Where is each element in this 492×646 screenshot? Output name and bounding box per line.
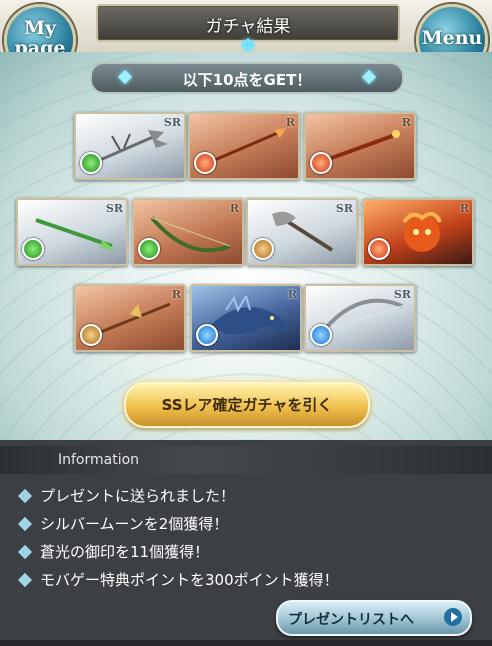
diamond-bullet-icon [17, 544, 33, 560]
information-header: Information [0, 446, 492, 474]
get-banner: 以下10点をGET！ [90, 62, 404, 94]
item-card-6[interactable]: SR [246, 198, 358, 266]
present-list-label: プレゼントリストへ [288, 612, 414, 628]
rarity-label: R [229, 202, 239, 215]
rarity-label: SR [105, 202, 123, 215]
info-text: モバゲー特典ポイントを300ポイント獲得！ [40, 571, 339, 589]
mypage-label-line1: My [23, 17, 57, 39]
fire-element-icon [368, 238, 390, 260]
bow-icon [150, 216, 231, 253]
rarity-label: SR [335, 202, 353, 215]
item-card-4[interactable]: SR [16, 198, 128, 266]
list-item: プレゼントに送られました！ [17, 482, 339, 510]
halberd-icon [95, 302, 171, 336]
earth-element-icon [80, 324, 102, 346]
rarity-label: R [459, 202, 469, 215]
menu-label: Menu [421, 27, 483, 49]
gacha-result-screen: ガチャ結果 My page Menu 以下10点をGET！ SR R R SR … [0, 0, 492, 646]
earth-element-icon [252, 238, 274, 260]
wind-element-icon [80, 152, 102, 174]
wind-element-icon [22, 238, 44, 260]
item-card-7[interactable]: R [362, 198, 474, 266]
diamond-bullet-icon [17, 516, 33, 532]
item-card-8[interactable]: R [74, 284, 186, 352]
water-element-icon [310, 324, 332, 346]
play-arrow-icon [444, 608, 462, 626]
lance-icon [35, 218, 116, 250]
information-list: プレゼントに送られました！ シルバームーンを2個獲得！ 蒼光の御印を11個獲得！… [17, 482, 339, 594]
get-banner-text: 以下10点をGET！ [182, 71, 312, 89]
item-card-5[interactable]: R [132, 198, 244, 266]
water-element-icon [196, 324, 218, 346]
rarity-label: R [285, 116, 295, 129]
present-list-button[interactable]: プレゼントリストへ [276, 600, 472, 636]
dragon-summon-icon [210, 296, 288, 335]
diamond-bullet-icon [17, 572, 33, 588]
item-card-2[interactable]: R [188, 112, 300, 180]
page-title: ガチャ結果 [205, 17, 291, 37]
rarity-label: SR [163, 116, 181, 129]
info-text: 蒼光の御印を11個獲得！ [40, 543, 210, 561]
title-plate: ガチャ結果 [96, 4, 400, 53]
staff-icon [325, 130, 400, 162]
list-item: モバゲー特典ポイントを300ポイント獲得！ [17, 566, 339, 594]
information-title: Information [58, 452, 140, 468]
rarity-label: R [287, 288, 297, 301]
fire-element-icon [194, 152, 216, 174]
ssr-gacha-label: SSレア確定ガチャを引く [161, 396, 333, 414]
axe-icon [272, 211, 334, 252]
item-card-3[interactable]: R [304, 112, 416, 180]
gem-icon [240, 37, 256, 53]
bottom-bar [0, 640, 492, 646]
rarity-label: SR [393, 288, 411, 301]
info-text: シルバームーンを2個獲得！ [40, 515, 229, 533]
diamond-bullet-icon [17, 488, 33, 504]
information-panel: Information プレゼントに送られました！ シルバームーンを2個獲得！ … [0, 440, 492, 646]
list-item: シルバームーンを2個獲得！ [17, 510, 339, 538]
item-card-10[interactable]: SR [304, 284, 416, 352]
header-bar: ガチャ結果 My page Menu [0, 0, 492, 76]
trident-icon [99, 130, 168, 162]
rarity-label: R [401, 116, 411, 129]
info-text: プレゼントに送られました！ [40, 487, 236, 505]
item-card-1[interactable]: SR [74, 112, 186, 180]
ssr-gacha-button[interactable]: SSレア確定ガチャを引く [124, 382, 370, 428]
spear-icon [209, 128, 286, 164]
list-item: 蒼光の御印を11個獲得！ [17, 538, 339, 566]
fire-element-icon [310, 152, 332, 174]
rarity-label: R [171, 288, 181, 301]
fire-summon-icon [402, 211, 442, 252]
item-card-9[interactable]: R [190, 284, 302, 352]
result-panel: 以下10点をGET！ SR R R SR R SR R R R SR SSレア確… [0, 52, 492, 440]
bow-icon [322, 298, 403, 332]
wind-element-icon [138, 238, 160, 260]
